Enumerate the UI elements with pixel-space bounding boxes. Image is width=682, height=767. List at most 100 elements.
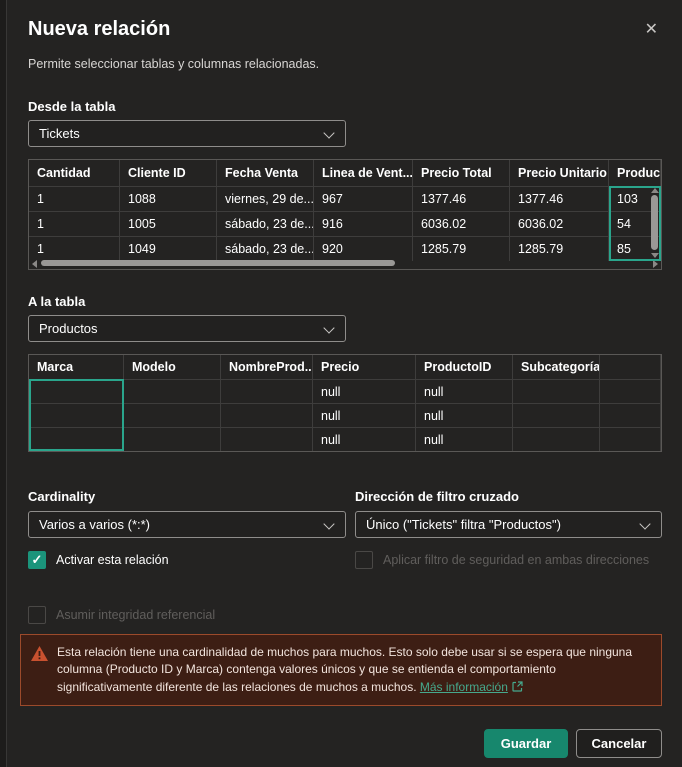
chevron-down-icon — [323, 518, 335, 530]
table-cell[interactable]: 1377.46 — [510, 186, 609, 211]
table-cell[interactable]: null — [313, 379, 416, 403]
table-row: null null — [29, 403, 661, 427]
external-link-icon[interactable] — [512, 681, 523, 692]
horizontal-scroll-thumb[interactable] — [41, 260, 395, 266]
chevron-down-icon — [323, 127, 335, 139]
new-relationship-dialog: Nueva relación ✕ Permite seleccionar tab… — [0, 0, 682, 767]
to-table-preview-grid[interactable]: Marca Modelo NombreProd... Precio ProductoID… — [28, 354, 662, 452]
table-cell[interactable]: 1005 — [120, 211, 217, 236]
scroll-up-icon[interactable] — [651, 188, 659, 193]
table-cell[interactable]: 1 — [29, 211, 120, 236]
column-header[interactable]: NombreProd... — [221, 355, 313, 379]
table-cell[interactable] — [124, 427, 221, 451]
security-filter-label: Aplicar filtro de seguridad en ambas dir… — [383, 553, 650, 567]
column-header[interactable]: Fecha Venta — [217, 160, 314, 186]
to-table-label: A la tabla — [28, 294, 86, 309]
activate-relationship-checkbox[interactable]: Activar esta relación — [28, 551, 169, 570]
checkbox-unchecked-icon — [28, 606, 46, 624]
table-cell[interactable] — [124, 403, 221, 427]
column-header[interactable] — [600, 355, 661, 379]
cross-filter-dropdown-value: Único ("Tickets" filtra "Productos") — [366, 517, 561, 532]
vertical-scrollbar[interactable] — [648, 186, 661, 260]
table-cell[interactable] — [29, 403, 124, 427]
column-header[interactable]: Precio Total — [413, 160, 510, 186]
from-table-label: Desde la tabla — [28, 99, 116, 114]
table-cell[interactable] — [29, 427, 124, 451]
column-header[interactable]: Cantidad — [29, 160, 120, 186]
activate-relationship-label: Activar esta relación — [56, 553, 169, 567]
security-filter-checkbox: Aplicar filtro de seguridad en ambas dir… — [355, 551, 650, 570]
dialog-subtitle: Permite seleccionar tablas y columnas re… — [28, 57, 320, 71]
column-header[interactable]: Linea de Vent... — [314, 160, 413, 186]
scroll-right-icon[interactable] — [653, 260, 658, 268]
table-cell[interactable]: null — [313, 403, 416, 427]
column-header[interactable]: ProductoID — [416, 355, 513, 379]
table-cell[interactable]: 916 — [314, 211, 413, 236]
table-cell[interactable]: null — [416, 427, 513, 451]
horizontal-scrollbar[interactable] — [29, 258, 661, 268]
save-button[interactable]: Guardar — [484, 729, 568, 758]
column-header[interactable]: Cliente ID — [120, 160, 217, 186]
column-header[interactable]: Modelo — [124, 355, 221, 379]
scroll-left-icon[interactable] — [32, 260, 37, 268]
table-cell[interactable] — [600, 403, 661, 427]
referential-integrity-checkbox: Asumir integridad referencial — [28, 606, 215, 625]
save-button-label: Guardar — [500, 736, 552, 751]
table-cell[interactable]: 6036.02 — [510, 211, 609, 236]
vertical-scroll-thumb[interactable] — [651, 195, 658, 250]
table-row: null null — [29, 379, 661, 403]
column-header[interactable]: Precio Unitario — [510, 160, 609, 186]
table-cell[interactable] — [221, 403, 313, 427]
table-cell[interactable] — [600, 427, 661, 451]
from-table-preview-grid[interactable]: Cantidad Cliente ID Fecha Venta Linea de Ve… — [28, 159, 662, 270]
table-cell[interactable]: null — [416, 379, 513, 403]
table-cell[interactable]: null — [313, 427, 416, 451]
table-cell[interactable] — [124, 379, 221, 403]
table-cell[interactable]: 1377.46 — [413, 186, 510, 211]
cancel-button-label: Cancelar — [591, 736, 647, 751]
table-cell[interactable] — [513, 403, 600, 427]
referential-integrity-label: Asumir integridad referencial — [56, 608, 216, 622]
chevron-down-icon — [323, 322, 335, 334]
from-table-dropdown-value: Tickets — [39, 126, 80, 141]
table-cell[interactable]: 967 — [314, 186, 413, 211]
column-header[interactable]: Precio — [313, 355, 416, 379]
cancel-button[interactable]: Cancelar — [576, 729, 662, 758]
checkbox-unchecked-icon — [355, 551, 373, 569]
table-row: 1 1088 viernes, 29 de... 967 1377.46 1377.46 1… — [29, 186, 661, 211]
table-cell[interactable]: 1 — [29, 186, 120, 211]
to-table-dropdown[interactable]: Productos — [28, 315, 346, 342]
table-cell[interactable]: sábado, 23 de... — [217, 211, 314, 236]
table-cell[interactable] — [513, 427, 600, 451]
cross-filter-label: Dirección de filtro cruzado — [355, 489, 519, 504]
table-row: 1 1005 sábado, 23 de... 916 6036.02 6036.02 54 — [29, 211, 661, 236]
table-cell[interactable] — [221, 427, 313, 451]
more-info-link[interactable]: Más información — [420, 680, 508, 694]
from-table-dropdown[interactable]: Tickets — [28, 120, 346, 147]
dialog-title: Nueva relación — [28, 18, 171, 40]
table-cell[interactable]: 6036.02 — [413, 211, 510, 236]
table-cell[interactable]: 1088 — [120, 186, 217, 211]
table-cell[interactable] — [29, 379, 124, 403]
column-header[interactable]: Marca — [29, 355, 124, 379]
table-cell[interactable] — [513, 379, 600, 403]
table-cell[interactable]: viernes, 29 de... — [217, 186, 314, 211]
warning-triangle-icon — [31, 646, 48, 661]
column-header[interactable]: Producto — [609, 160, 661, 186]
column-header[interactable]: Subcategoría — [513, 355, 600, 379]
cardinality-dropdown[interactable]: Varios a varios (*:*) — [28, 511, 346, 538]
checkbox-checked-icon[interactable] — [28, 551, 46, 569]
cardinality-label: Cardinality — [28, 489, 96, 504]
table-cell[interactable]: null — [416, 403, 513, 427]
to-table-dropdown-value: Productos — [39, 321, 98, 336]
warning-text: Esta relación tiene una cardinalidad de … — [57, 645, 633, 694]
table-cell[interactable] — [600, 379, 661, 403]
table-row: null null — [29, 427, 661, 451]
close-icon[interactable]: ✕ — [645, 22, 658, 38]
background-edge — [0, 0, 7, 767]
many-to-many-warning-banner: Esta relación tiene una cardinalidad de … — [20, 634, 662, 707]
chevron-down-icon — [639, 518, 651, 530]
cardinality-dropdown-value: Varios a varios (*:*) — [39, 517, 151, 532]
cross-filter-dropdown[interactable]: Único ("Tickets" filtra "Productos") — [355, 511, 662, 538]
table-cell[interactable] — [221, 379, 313, 403]
